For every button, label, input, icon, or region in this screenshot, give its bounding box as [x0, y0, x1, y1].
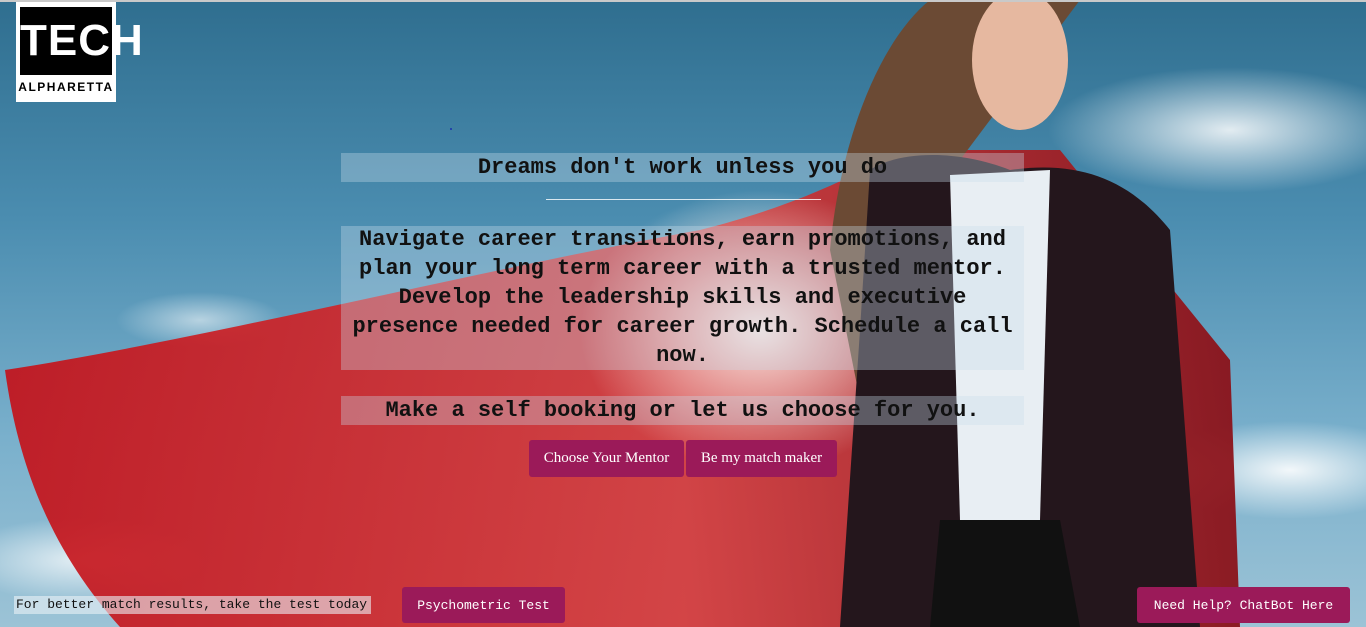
top-border: [0, 0, 1366, 2]
hero-headline: Dreams don't work unless you do: [477, 155, 888, 180]
psychometric-test-button[interactable]: Psychometric Test: [402, 587, 565, 623]
test-prompt-text: For better match results, take the test …: [14, 596, 372, 614]
stray-dot: [450, 128, 452, 130]
hero-body-text: Navigate career transitions, earn promot…: [352, 227, 1013, 368]
pants-shape: [930, 520, 1080, 627]
hero-divider: [546, 199, 821, 200]
choose-mentor-button[interactable]: Choose Your Mentor: [529, 440, 684, 477]
site-logo[interactable]: TECH ALPHARETTA: [16, 2, 143, 102]
logo-title: TECH: [20, 7, 143, 75]
chatbot-button[interactable]: Need Help? ChatBot Here: [1137, 587, 1350, 623]
match-maker-button[interactable]: Be my match maker: [686, 440, 837, 477]
logo-subtitle: ALPHARETTA: [18, 80, 114, 94]
hero-cta-text: Make a self booking or let us choose for…: [385, 398, 980, 423]
